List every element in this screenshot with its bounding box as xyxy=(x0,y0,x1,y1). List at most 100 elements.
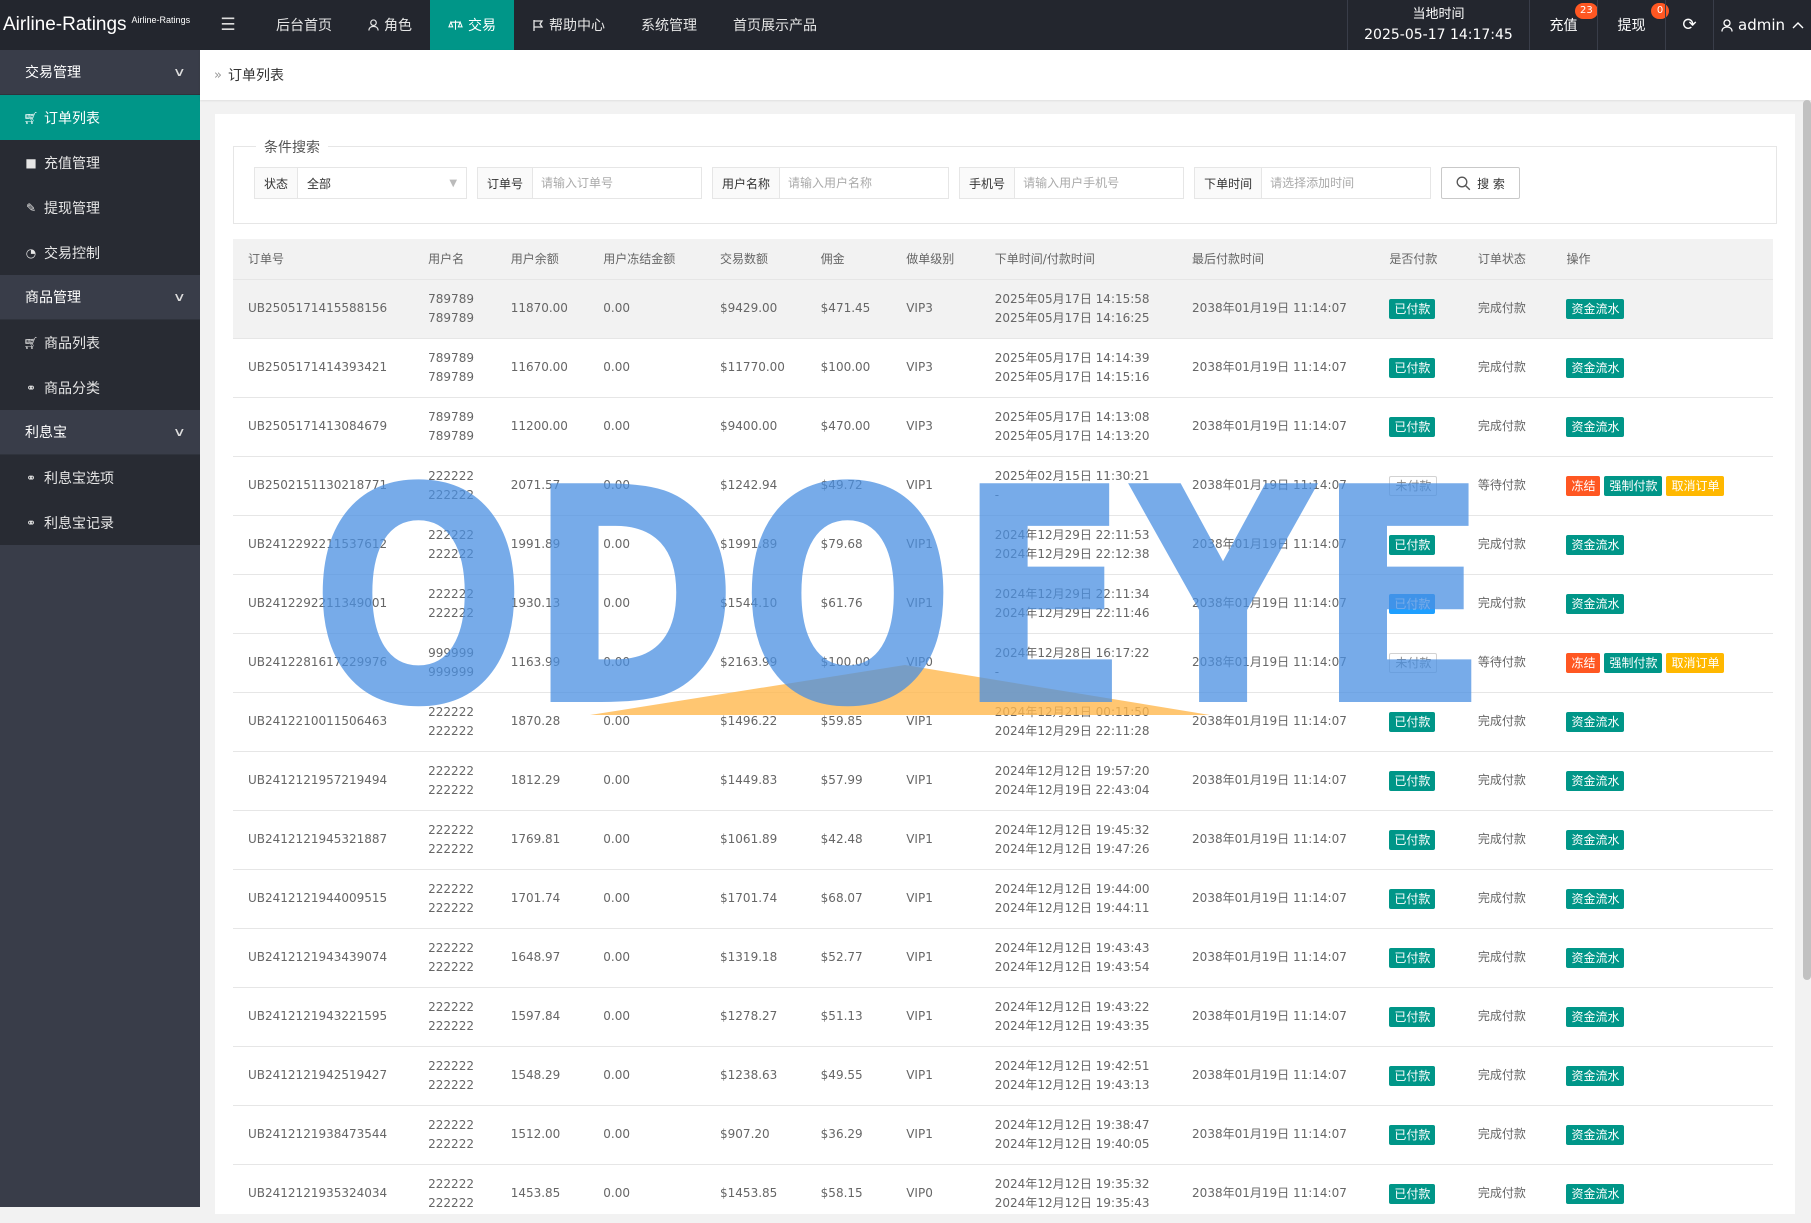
topnav-item-4[interactable]: 系统管理 xyxy=(623,0,715,50)
sidebar-item-label: 交易控制 xyxy=(44,245,100,262)
username-line: 222222 xyxy=(428,822,474,837)
sidebar-group-2[interactable]: 利息宝 ∨ xyxy=(0,410,200,455)
level-cell: VIP1 xyxy=(891,927,980,987)
balance-cell-text: 1597.84 xyxy=(510,1009,561,1023)
action-button[interactable]: 资金流水 xyxy=(1566,357,1625,378)
sidebar-item-0-1[interactable]: ■ 充值管理 xyxy=(0,140,200,185)
phone-input[interactable] xyxy=(1015,168,1184,198)
action-button[interactable]: 资金流水 xyxy=(1566,1006,1625,1027)
commission-cell-text: $52.77 xyxy=(820,950,863,964)
sidebar-item-2-0[interactable]: ⚭ 利息宝选项 xyxy=(0,455,200,500)
sidebar-group-0[interactable]: 交易管理 ∨ xyxy=(0,50,200,95)
cart-icon: 🛒︎ xyxy=(23,335,39,350)
breadcrumb-current[interactable]: 订单列表 xyxy=(228,65,284,85)
commission-cell: $79.68 xyxy=(805,514,892,574)
last-pay-cell-text: 2038年01月19日 11:14:07 xyxy=(1192,596,1347,610)
paid-cell: 未付款 xyxy=(1374,455,1463,515)
action-button[interactable]: 资金流水 xyxy=(1566,1124,1625,1145)
username-line: 999999 xyxy=(428,645,474,660)
action-button[interactable]: 资金流水 xyxy=(1566,947,1625,968)
balance-cell: 1930.13 xyxy=(495,573,589,633)
action-button[interactable]: 取消订单 xyxy=(1666,652,1725,673)
action-button[interactable]: 资金流水 xyxy=(1566,1183,1625,1204)
last-pay-cell-text: 2038年01月19日 11:14:07 xyxy=(1192,773,1347,787)
sidebar-item-label: 商品列表 xyxy=(44,335,100,352)
topnav-item-0[interactable]: 后台首页 xyxy=(258,0,350,50)
table-row: UB2412281617229976 999999 999999 1163.99 0.0… xyxy=(233,632,1773,692)
username-cell: 999999 999999 xyxy=(413,632,496,692)
order-time: 2024年12月12日 19:35:32 xyxy=(994,1176,1150,1191)
sidebar-item-1-0[interactable]: 🛒︎ 商品列表 xyxy=(0,320,200,365)
search-button[interactable]: 搜 索 xyxy=(1441,167,1520,199)
action-button[interactable]: 资金流水 xyxy=(1566,416,1625,437)
pay-time: 2024年12月29日 22:12:38 xyxy=(994,546,1150,561)
time-input[interactable] xyxy=(1262,168,1431,198)
status-cell-text: 完成付款 xyxy=(1477,773,1526,787)
paid-badge: 已付款 xyxy=(1389,1124,1436,1145)
order-time: 2024年12月12日 19:42:51 xyxy=(994,1058,1150,1073)
recharge-button[interactable]: 充值 23 xyxy=(1529,0,1598,50)
action-button[interactable]: 资金流水 xyxy=(1566,298,1625,319)
topnav-item-2[interactable]: 交易 xyxy=(430,0,514,50)
phone-field: 手机号 xyxy=(959,167,1185,199)
order-input[interactable] xyxy=(533,168,702,198)
paid-badge: 未付款 xyxy=(1389,475,1438,496)
withdraw-button[interactable]: 提现 0 xyxy=(1597,0,1669,50)
column-header: 操作 xyxy=(1566,252,1591,267)
order-label: 订单号 xyxy=(478,168,534,198)
action-button[interactable]: 冻结 xyxy=(1566,652,1601,673)
balance-cell: 1512.00 xyxy=(495,1104,589,1164)
sidebar-item-2-1[interactable]: ⚭ 利息宝记录 xyxy=(0,500,200,545)
action-button[interactable]: 资金流水 xyxy=(1566,711,1625,732)
action-button[interactable]: 资金流水 xyxy=(1566,1065,1625,1086)
action-button[interactable]: 冻结 xyxy=(1566,475,1601,496)
time-cell: 2025年05月17日 14:13:08 2025年05月17日 14:13:20 xyxy=(979,396,1178,456)
amount-cell: $9429.00 xyxy=(705,278,806,338)
amount-cell-text: $1449.83 xyxy=(720,773,778,787)
action-button[interactable]: 资金流水 xyxy=(1566,829,1625,850)
level-cell: VIP1 xyxy=(891,868,980,928)
status-select[interactable]: 全部 ▼ xyxy=(298,168,466,198)
username-input[interactable] xyxy=(780,168,949,198)
amount-cell-text: $11770.00 xyxy=(720,360,785,374)
app-subtitle: Airline-Ratings xyxy=(131,15,191,25)
last-pay-cell-text: 2038年01月19日 11:14:07 xyxy=(1192,891,1347,905)
admin-menu[interactable]: admin xyxy=(1713,0,1811,50)
sidebar-item-0-0[interactable]: 🛒︎ 订单列表 xyxy=(0,95,200,140)
sidebar-item-0-2[interactable]: ✎ 提现管理 xyxy=(0,185,200,230)
amount-cell-text: $1701.74 xyxy=(720,891,778,905)
commission-cell-text: $68.07 xyxy=(820,891,863,905)
topnav-item-1[interactable]: 角色 xyxy=(350,0,430,50)
topnav-item-5[interactable]: 首页展示产品 xyxy=(715,0,835,50)
amount-cell-text: $9400.00 xyxy=(720,419,778,433)
paid-cell: 已付款 xyxy=(1374,1104,1463,1164)
action-button[interactable]: 强制付款 xyxy=(1604,652,1663,673)
action-button[interactable]: 资金流水 xyxy=(1566,770,1625,791)
action-button[interactable]: 资金流水 xyxy=(1566,888,1625,909)
sidebar-item-1-1[interactable]: ⚭ 商品分类 xyxy=(0,365,200,410)
paid-cell: 已付款 xyxy=(1374,691,1463,751)
vertical-scrollbar[interactable] xyxy=(1803,100,1811,980)
commission-cell-text: $57.99 xyxy=(820,773,863,787)
order-number-cell-text: UB2412281617229976 xyxy=(248,655,388,669)
action-button[interactable]: 资金流水 xyxy=(1566,593,1625,614)
action-button[interactable]: 强制付款 xyxy=(1604,475,1663,496)
username-cell: 222222 222222 xyxy=(413,868,496,928)
paid-badge: 已付款 xyxy=(1389,770,1436,791)
frozen-cell: 0.00 xyxy=(588,868,706,928)
sidebar-group-1[interactable]: 商品管理 ∨ xyxy=(0,275,200,320)
refresh-icon[interactable]: ⟳ xyxy=(1665,0,1713,50)
frozen-cell: 0.00 xyxy=(588,1163,706,1223)
top-bar: Airline-Ratings Airline-Ratings ☰ 后台首页 角色… xyxy=(0,0,1811,50)
username-line: 222222 xyxy=(428,1117,474,1132)
app-logo[interactable]: Airline-Ratings Airline-Ratings xyxy=(0,0,200,50)
sidebar-item-0-3[interactable]: ◔ 交易控制 xyxy=(0,230,200,275)
paid-badge: 已付款 xyxy=(1389,357,1436,378)
action-button[interactable]: 取消订单 xyxy=(1666,475,1725,496)
last-pay-cell: 2038年01月19日 11:14:07 xyxy=(1177,1163,1375,1223)
last-pay-cell: 2038年01月19日 11:14:07 xyxy=(1177,278,1375,338)
topnav-item-3[interactable]: 帮助中心 xyxy=(514,0,623,50)
username-cell: 222222 222222 xyxy=(413,1163,496,1223)
action-button[interactable]: 资金流水 xyxy=(1566,534,1625,555)
menu-toggle-icon[interactable]: ☰ xyxy=(212,14,244,36)
